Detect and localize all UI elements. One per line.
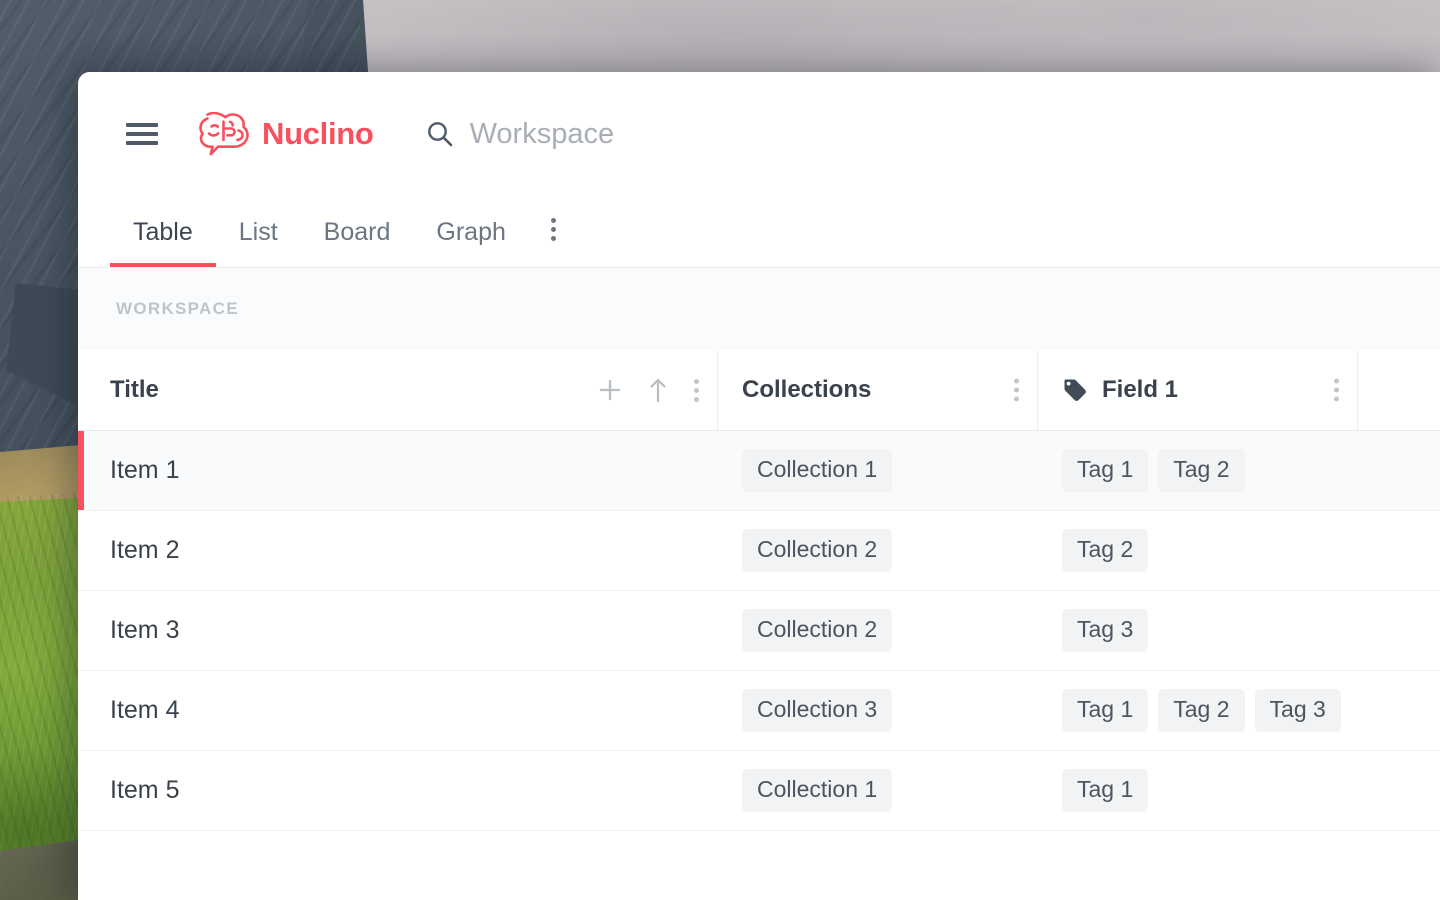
column-header-add-column[interactable] bbox=[1358, 350, 1440, 430]
cell-collections[interactable]: Collection 1 bbox=[718, 431, 1038, 510]
cell-title[interactable]: Item 3 bbox=[78, 591, 718, 670]
column-header-field1-actions bbox=[1334, 378, 1339, 402]
workspace-table: Title Collections Field 1 Item 1 Collect… bbox=[78, 350, 1440, 879]
collection-chip[interactable]: Collection 1 bbox=[742, 769, 893, 812]
sort-ascending-arrow-icon bbox=[650, 378, 666, 403]
cell-field1[interactable]: Tag 1 bbox=[1038, 751, 1358, 830]
table-row[interactable]: Item 1 Collection 1 Tag 1 Tag 2 bbox=[78, 431, 1440, 511]
column-title-menu-button[interactable] bbox=[694, 378, 699, 402]
tag-chip[interactable]: Tag 1 bbox=[1062, 449, 1149, 492]
tab-table[interactable]: Table bbox=[110, 218, 216, 267]
table-row[interactable]: Item 2 Collection 2 Tag 2 bbox=[78, 511, 1440, 591]
cell-field1[interactable]: Tag 1 Tag 2 Tag 3 bbox=[1038, 671, 1358, 750]
cell-empty bbox=[1358, 591, 1440, 670]
kebab-menu-icon bbox=[1014, 378, 1019, 402]
plus-icon bbox=[599, 379, 621, 401]
table-body: Item 1 Collection 1 Tag 1 Tag 2 Item 2 Collec… bbox=[78, 431, 1440, 831]
collection-chip[interactable]: Collection 3 bbox=[742, 689, 893, 732]
cell-field1[interactable]: Tag 3 bbox=[1038, 591, 1358, 670]
app-window: Nuclino Workspace Table List Board Graph… bbox=[78, 72, 1440, 900]
brand-logo[interactable]: Nuclino bbox=[198, 112, 374, 156]
column-field1-menu-button[interactable] bbox=[1334, 378, 1339, 402]
section-header: WORKSPACE bbox=[78, 268, 1440, 350]
cell-empty bbox=[1358, 671, 1440, 750]
view-tabs: Table List Board Graph bbox=[78, 196, 1440, 268]
collection-chip[interactable]: Collection 1 bbox=[742, 449, 893, 492]
cell-collections[interactable]: Collection 2 bbox=[718, 511, 1038, 590]
column-header-collections-label: Collections bbox=[742, 376, 872, 403]
table-row[interactable]: Item 5 Collection 1 Tag 1 bbox=[78, 751, 1440, 831]
tabs-more-button[interactable] bbox=[529, 196, 576, 267]
table-header-row: Title Collections Field 1 bbox=[78, 350, 1440, 431]
column-collections-menu-button[interactable] bbox=[1014, 378, 1019, 402]
sort-ascending-button[interactable] bbox=[648, 377, 668, 403]
item-title-label: Item 5 bbox=[110, 776, 180, 804]
column-header-field1-label: Field 1 bbox=[1102, 376, 1179, 403]
kebab-menu-icon bbox=[694, 378, 699, 402]
cell-collections[interactable]: Collection 1 bbox=[718, 751, 1038, 830]
item-title-label: Item 3 bbox=[110, 616, 180, 644]
tag-chip[interactable]: Tag 2 bbox=[1062, 529, 1149, 572]
brand-name: Nuclino bbox=[262, 116, 374, 151]
cell-empty bbox=[1358, 751, 1440, 830]
column-header-title[interactable]: Title bbox=[78, 350, 718, 430]
row-selected-accent-bar bbox=[78, 431, 84, 510]
column-header-title-label: Title bbox=[110, 376, 159, 403]
top-bar: Nuclino Workspace bbox=[78, 72, 1440, 196]
cell-title[interactable]: Item 5 bbox=[78, 751, 718, 830]
tag-icon bbox=[1064, 379, 1086, 401]
column-header-collections[interactable]: Collections bbox=[718, 350, 1038, 430]
hamburger-menu-icon[interactable] bbox=[126, 123, 158, 145]
search-placeholder: Workspace bbox=[469, 117, 615, 150]
tag-chip[interactable]: Tag 2 bbox=[1158, 689, 1245, 732]
item-title-label: Item 1 bbox=[110, 456, 180, 484]
tab-board[interactable]: Board bbox=[301, 218, 414, 267]
section-label: WORKSPACE bbox=[116, 299, 239, 318]
cell-field1[interactable]: Tag 1 Tag 2 bbox=[1038, 431, 1358, 510]
search-input[interactable]: Workspace bbox=[426, 117, 615, 151]
tab-list[interactable]: List bbox=[216, 218, 301, 267]
cell-field1[interactable]: Tag 2 bbox=[1038, 511, 1358, 590]
column-header-field1[interactable]: Field 1 bbox=[1038, 350, 1358, 430]
cell-title[interactable]: Item 1 bbox=[78, 431, 718, 510]
column-header-collections-actions bbox=[1014, 378, 1019, 402]
cell-collections[interactable]: Collection 3 bbox=[718, 671, 1038, 750]
tag-chip[interactable]: Tag 1 bbox=[1062, 689, 1149, 732]
tag-chip[interactable]: Tag 1 bbox=[1062, 769, 1149, 812]
cell-title[interactable]: Item 4 bbox=[78, 671, 718, 750]
tag-chip[interactable]: Tag 2 bbox=[1158, 449, 1245, 492]
add-item-button[interactable] bbox=[598, 378, 622, 402]
kebab-menu-icon bbox=[1334, 378, 1339, 402]
table-row[interactable]: Item 4 Collection 3 Tag 1 Tag 2 Tag 3 bbox=[78, 671, 1440, 751]
tag-chip[interactable]: Tag 3 bbox=[1254, 689, 1341, 732]
item-title-label: Item 4 bbox=[110, 696, 180, 724]
tab-graph[interactable]: Graph bbox=[413, 218, 528, 267]
cell-empty bbox=[1358, 511, 1440, 590]
collection-chip[interactable]: Collection 2 bbox=[742, 609, 893, 652]
item-title-label: Item 2 bbox=[110, 536, 180, 564]
cell-empty bbox=[1358, 431, 1440, 510]
kebab-menu-icon bbox=[550, 218, 556, 245]
tag-chip[interactable]: Tag 3 bbox=[1062, 609, 1149, 652]
nuclino-brain-logo-icon bbox=[199, 112, 249, 156]
search-icon bbox=[427, 122, 452, 147]
cell-collections[interactable]: Collection 2 bbox=[718, 591, 1038, 670]
column-header-title-actions bbox=[598, 377, 699, 403]
collection-chip[interactable]: Collection 2 bbox=[742, 529, 893, 572]
cell-title[interactable]: Item 2 bbox=[78, 511, 718, 590]
table-footer bbox=[78, 831, 1440, 879]
table-row[interactable]: Item 3 Collection 2 Tag 3 bbox=[78, 591, 1440, 671]
